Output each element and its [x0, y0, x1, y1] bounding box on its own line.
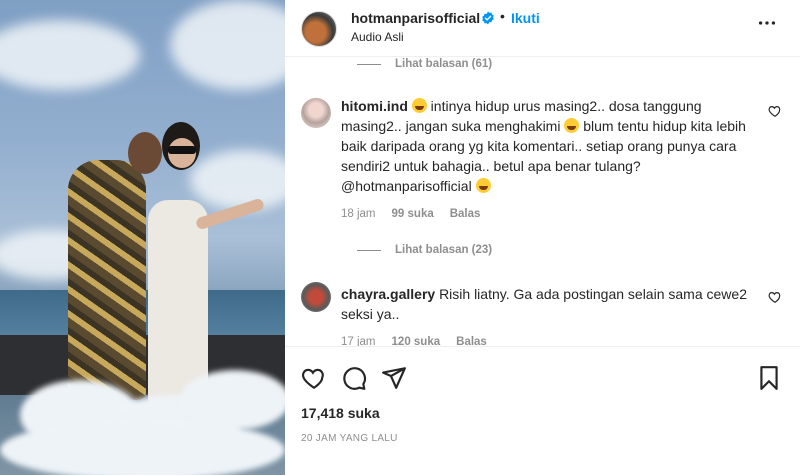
separator-dot: • [500, 8, 505, 24]
comment-meta: 17 jam 120 suka Balas [341, 336, 487, 346]
heart-icon[interactable] [301, 365, 327, 391]
grin-emoji-icon [411, 98, 427, 113]
reply-button[interactable]: Balas [456, 336, 487, 346]
reply-button[interactable]: Balas [450, 208, 481, 220]
post-header: hotmanparisofficial • Ikuti Audio Asli [285, 0, 800, 57]
cloud-shape [0, 20, 140, 90]
post-timestamp[interactable]: 20 JAM YANG LALU [301, 433, 398, 444]
commenter-username[interactable]: chayra.gallery [341, 286, 435, 302]
sunglasses [168, 146, 196, 154]
reply-divider [357, 63, 381, 65]
comment-likes[interactable]: 120 suka [392, 336, 441, 346]
foam-shape [180, 370, 285, 430]
comments-list[interactable]: Lihat balasan (61) hitomi.ind intinya hi… [285, 56, 800, 346]
grin-emoji-icon [475, 178, 491, 193]
view-replies-button[interactable]: Lihat balasan (61) [357, 58, 492, 70]
grin-emoji-icon [564, 118, 580, 133]
commenter-avatar[interactable] [301, 98, 331, 128]
cloud-shape [190, 150, 285, 210]
heart-icon[interactable] [768, 290, 782, 304]
view-replies-label: Lihat balasan (61) [395, 58, 493, 70]
cloud-shape [170, 0, 285, 90]
commenter-username[interactable]: hitomi.ind [341, 98, 408, 114]
post-detail-panel: hotmanparisofficial • Ikuti Audio Asli L… [285, 0, 800, 476]
foam-shape [0, 420, 285, 475]
more-options-icon[interactable] [756, 12, 778, 34]
heart-icon[interactable] [768, 104, 782, 118]
comment-body: hitomi.ind intinya hidup urus masing2.. … [341, 96, 761, 196]
reply-divider [357, 249, 381, 251]
post-actions: 17,418 suka 20 JAM YANG LALU [285, 346, 800, 476]
follow-button[interactable]: Ikuti [511, 10, 540, 26]
comment-icon[interactable] [341, 365, 367, 391]
view-replies-label: Lihat balasan (23) [395, 244, 493, 256]
bookmark-icon[interactable] [756, 365, 782, 391]
view-replies-button[interactable]: Lihat balasan (23) [357, 244, 492, 256]
man-head [128, 132, 162, 174]
author-username[interactable]: hotmanparisofficial [351, 10, 480, 26]
post-media-image[interactable] [0, 0, 285, 475]
comment-meta: 18 jam 99 suka Balas [341, 208, 480, 220]
comment-time[interactable]: 18 jam [341, 208, 376, 220]
comment-body: chayra.gallery Risih liatny. Ga ada post… [341, 284, 761, 324]
comment-time[interactable]: 17 jam [341, 336, 376, 346]
verified-icon [482, 11, 494, 25]
comment-likes[interactable]: 99 suka [392, 208, 434, 220]
likes-count[interactable]: 17,418 suka [301, 405, 380, 421]
share-icon[interactable] [381, 365, 407, 391]
commenter-avatar[interactable] [301, 282, 331, 312]
author-avatar[interactable] [301, 11, 337, 47]
audio-label[interactable]: Audio Asli [351, 30, 404, 44]
man-figure [68, 160, 146, 400]
